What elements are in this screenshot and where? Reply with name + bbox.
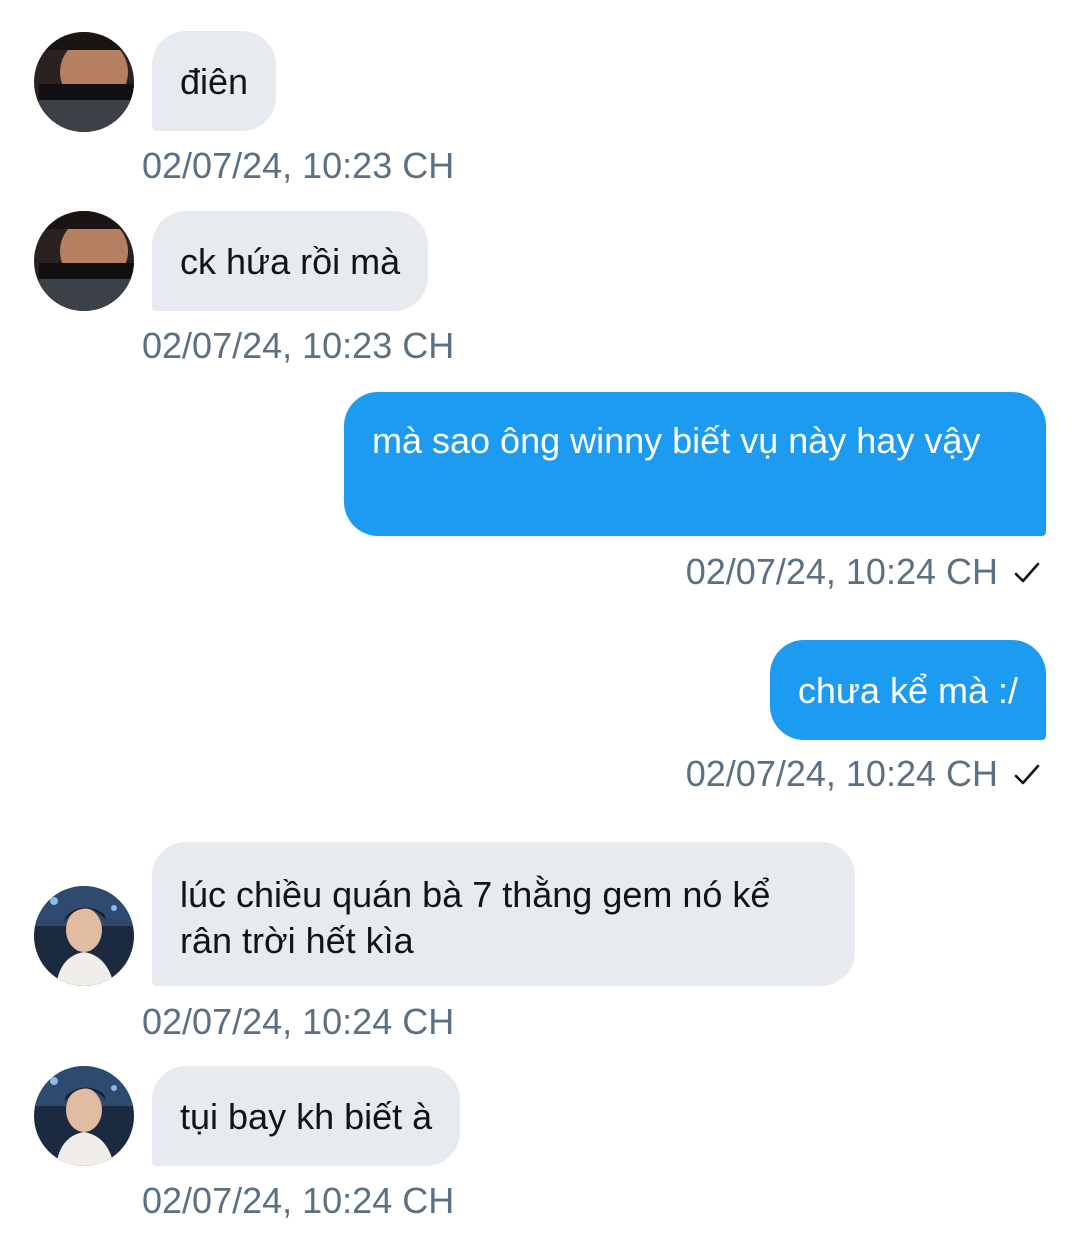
message-text: ck hứa rồi mà — [180, 241, 401, 282]
sender-avatar[interactable] — [34, 886, 134, 986]
avatar-photo-icon — [34, 886, 134, 986]
message-bubble[interactable]: ck hứa rồi mà — [152, 211, 429, 311]
message-text: mà sao ông winny biết vụ này hay vậy — [372, 420, 981, 461]
message-meta: 02/07/24, 10:24 CH — [686, 552, 1042, 596]
conversation: điên 02/07/24, 10:23 CH ck hứa rồi mà 02… — [0, 0, 1080, 1235]
message-bubble[interactable]: mà sao ông winny biết vụ này hay vậy — [344, 392, 1046, 536]
message-text: chưa kể mà :/ — [797, 670, 1018, 711]
message-bubble[interactable]: chưa kể mà :/ — [769, 640, 1046, 740]
sender-avatar[interactable] — [34, 32, 134, 132]
message-bubble[interactable]: điên — [152, 31, 277, 131]
sender-avatar[interactable] — [34, 1066, 134, 1166]
message-bubble[interactable]: lúc chiều quán bà 7 thằng gem nó kể rân … — [152, 842, 855, 986]
message-text: điên — [180, 61, 249, 102]
sender-avatar[interactable] — [34, 211, 134, 311]
message-timestamp: 02/07/24, 10:24 CH — [685, 551, 998, 592]
message-timestamp: 02/07/24, 10:24 CH — [685, 753, 998, 794]
avatar-photo-icon — [34, 32, 134, 132]
message-text: lúc chiều quán bà 7 thằng gem nó kể rân … — [180, 874, 771, 961]
message-timestamp: 02/07/24, 10:24 CH — [142, 1180, 455, 1221]
avatar-photo-icon — [34, 211, 134, 311]
message-timestamp: 02/07/24, 10:23 CH — [142, 325, 455, 366]
message-meta: 02/07/24, 10:24 CH — [686, 754, 1042, 798]
message-bubble[interactable]: tụi bay kh biết à — [152, 1066, 461, 1166]
message-timestamp: 02/07/24, 10:23 CH — [142, 145, 455, 186]
message-text: tụi bay kh biết à — [180, 1096, 433, 1137]
check-icon — [1012, 758, 1042, 798]
avatar-photo-icon — [34, 1066, 134, 1166]
check-icon — [1012, 556, 1042, 596]
message-timestamp: 02/07/24, 10:24 CH — [142, 1001, 455, 1042]
